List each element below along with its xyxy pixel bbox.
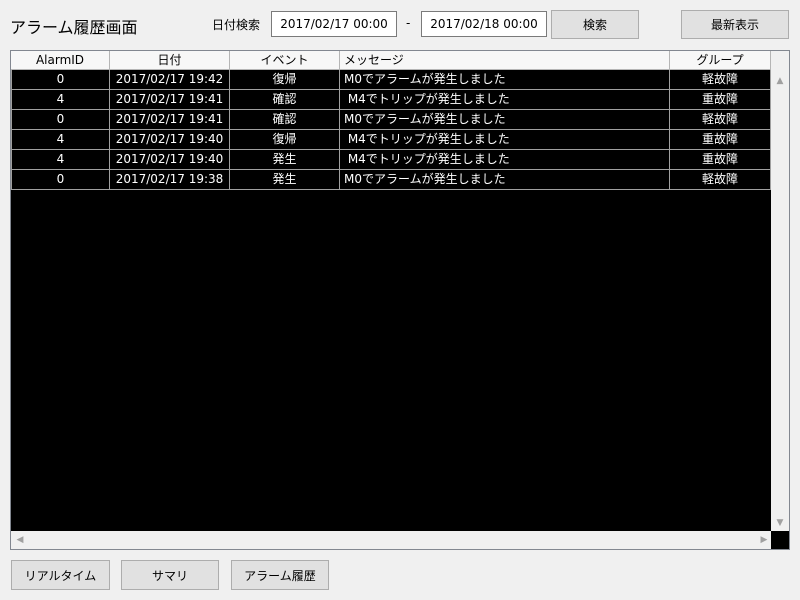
scroll-up-icon[interactable]: ▲: [771, 73, 789, 89]
column-header-message[interactable]: メッセージ: [340, 51, 670, 70]
cell-message: M0でアラームが発生しました: [340, 70, 670, 90]
date-search-label: 日付検索: [212, 18, 261, 32]
cell-alarm-id: 4: [11, 130, 110, 150]
search-button[interactable]: 検索: [551, 10, 639, 39]
cell-event: 復帰: [230, 70, 340, 90]
grid-rows: 0 2017/02/17 19:42 復帰 M0でアラームが発生しました 軽故障…: [11, 70, 771, 190]
alarm-history-grid[interactable]: AlarmID 日付 イベント メッセージ グループ 0 2017/02/17 …: [10, 50, 790, 550]
cell-message: M4でトリップが発生しました: [340, 90, 670, 110]
cell-date: 2017/02/17 19:41: [110, 110, 230, 130]
table-row[interactable]: 0 2017/02/17 19:38 発生 M0でアラームが発生しました 軽故障: [11, 170, 771, 190]
cell-event: 復帰: [230, 130, 340, 150]
column-header-date[interactable]: 日付: [110, 51, 230, 70]
cell-event: 確認: [230, 110, 340, 130]
date-to-input[interactable]: [421, 11, 547, 37]
cell-alarm-id: 0: [11, 70, 110, 90]
cell-group: 軽故障: [670, 110, 771, 130]
page-title: アラーム履歴画面: [10, 18, 138, 37]
realtime-button[interactable]: リアルタイム: [11, 560, 110, 590]
scroll-left-icon[interactable]: ◀: [11, 532, 29, 548]
cell-date: 2017/02/17 19:40: [110, 150, 230, 170]
cell-message: M0でアラームが発生しました: [340, 110, 670, 130]
date-range-separator: -: [406, 16, 411, 30]
latest-display-button[interactable]: 最新表示: [681, 10, 789, 39]
column-header-event[interactable]: イベント: [230, 51, 340, 70]
table-row[interactable]: 4 2017/02/17 19:40 発生 M4でトリップが発生しました 重故障: [11, 150, 771, 170]
cell-message: M0でアラームが発生しました: [340, 170, 670, 190]
cell-alarm-id: 4: [11, 90, 110, 110]
cell-alarm-id: 0: [11, 110, 110, 130]
cell-group: 重故障: [670, 150, 771, 170]
cell-alarm-id: 0: [11, 170, 110, 190]
scrollbar-corner: [771, 531, 789, 549]
cell-event: 発生: [230, 170, 340, 190]
table-row[interactable]: 4 2017/02/17 19:41 確認 M4でトリップが発生しました 重故障: [11, 90, 771, 110]
column-header-alarm-id[interactable]: AlarmID: [11, 51, 110, 70]
cell-group: 重故障: [670, 130, 771, 150]
grid-header-row: AlarmID 日付 イベント メッセージ グループ: [11, 51, 771, 70]
cell-date: 2017/02/17 19:41: [110, 90, 230, 110]
cell-date: 2017/02/17 19:42: [110, 70, 230, 90]
column-header-group[interactable]: グループ: [670, 51, 771, 70]
cell-event: 確認: [230, 90, 340, 110]
cell-date: 2017/02/17 19:40: [110, 130, 230, 150]
cell-date: 2017/02/17 19:38: [110, 170, 230, 190]
table-row[interactable]: 4 2017/02/17 19:40 復帰 M4でトリップが発生しました 重故障: [11, 130, 771, 150]
cell-group: 軽故障: [670, 70, 771, 90]
table-row[interactable]: 0 2017/02/17 19:41 確認 M0でアラームが発生しました 軽故障: [11, 110, 771, 130]
cell-message: M4でトリップが発生しました: [340, 150, 670, 170]
cell-event: 発生: [230, 150, 340, 170]
alarm-history-button[interactable]: アラーム履歴: [231, 560, 329, 590]
table-row[interactable]: 0 2017/02/17 19:42 復帰 M0でアラームが発生しました 軽故障: [11, 70, 771, 90]
cell-group: 重故障: [670, 90, 771, 110]
date-from-input[interactable]: [271, 11, 397, 37]
cell-group: 軽故障: [670, 170, 771, 190]
horizontal-scrollbar[interactable]: ◀ ▶: [11, 531, 771, 549]
vertical-scrollbar[interactable]: ▲ ▼: [771, 51, 789, 531]
summary-button[interactable]: サマリ: [121, 560, 219, 590]
cell-message: M4でトリップが発生しました: [340, 130, 670, 150]
scroll-down-icon[interactable]: ▼: [771, 515, 789, 531]
alarm-history-window: アラーム履歴画面 日付検索 - 検索 最新表示 AlarmID 日付 イベント …: [0, 0, 800, 600]
cell-alarm-id: 4: [11, 150, 110, 170]
